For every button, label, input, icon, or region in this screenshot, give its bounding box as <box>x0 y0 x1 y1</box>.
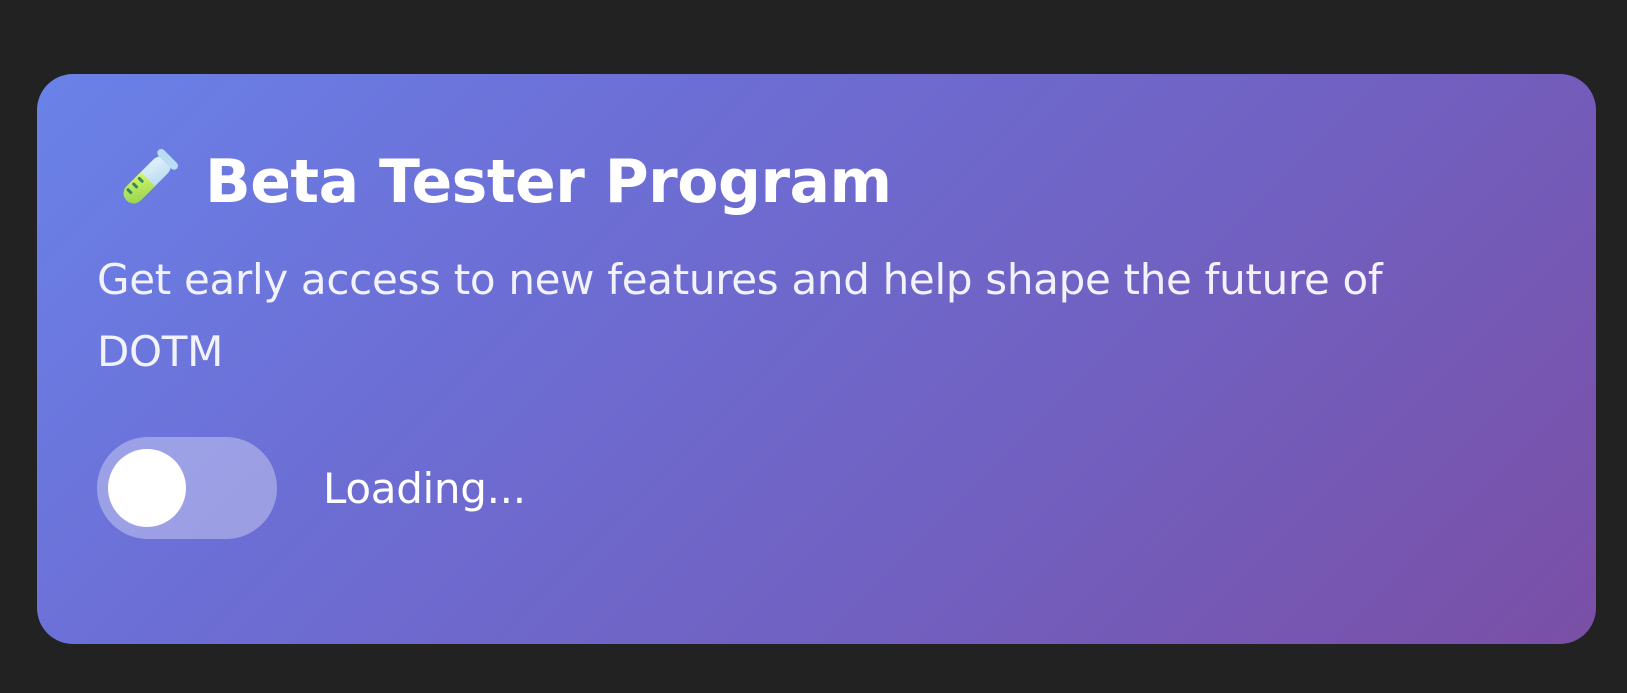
card-description: Get early access to new features and hel… <box>97 255 1383 376</box>
beta-toggle[interactable] <box>97 437 277 539</box>
test-tube-icon <box>107 144 183 220</box>
beta-tester-card: Beta Tester Program Get early access to … <box>37 74 1596 644</box>
card-header: Beta Tester Program <box>107 142 892 222</box>
toggle-status-text: Loading... <box>323 463 526 513</box>
card-title: Beta Tester Program <box>205 147 892 217</box>
toggle-row: Loading... <box>97 437 526 539</box>
toggle-knob <box>108 449 186 527</box>
